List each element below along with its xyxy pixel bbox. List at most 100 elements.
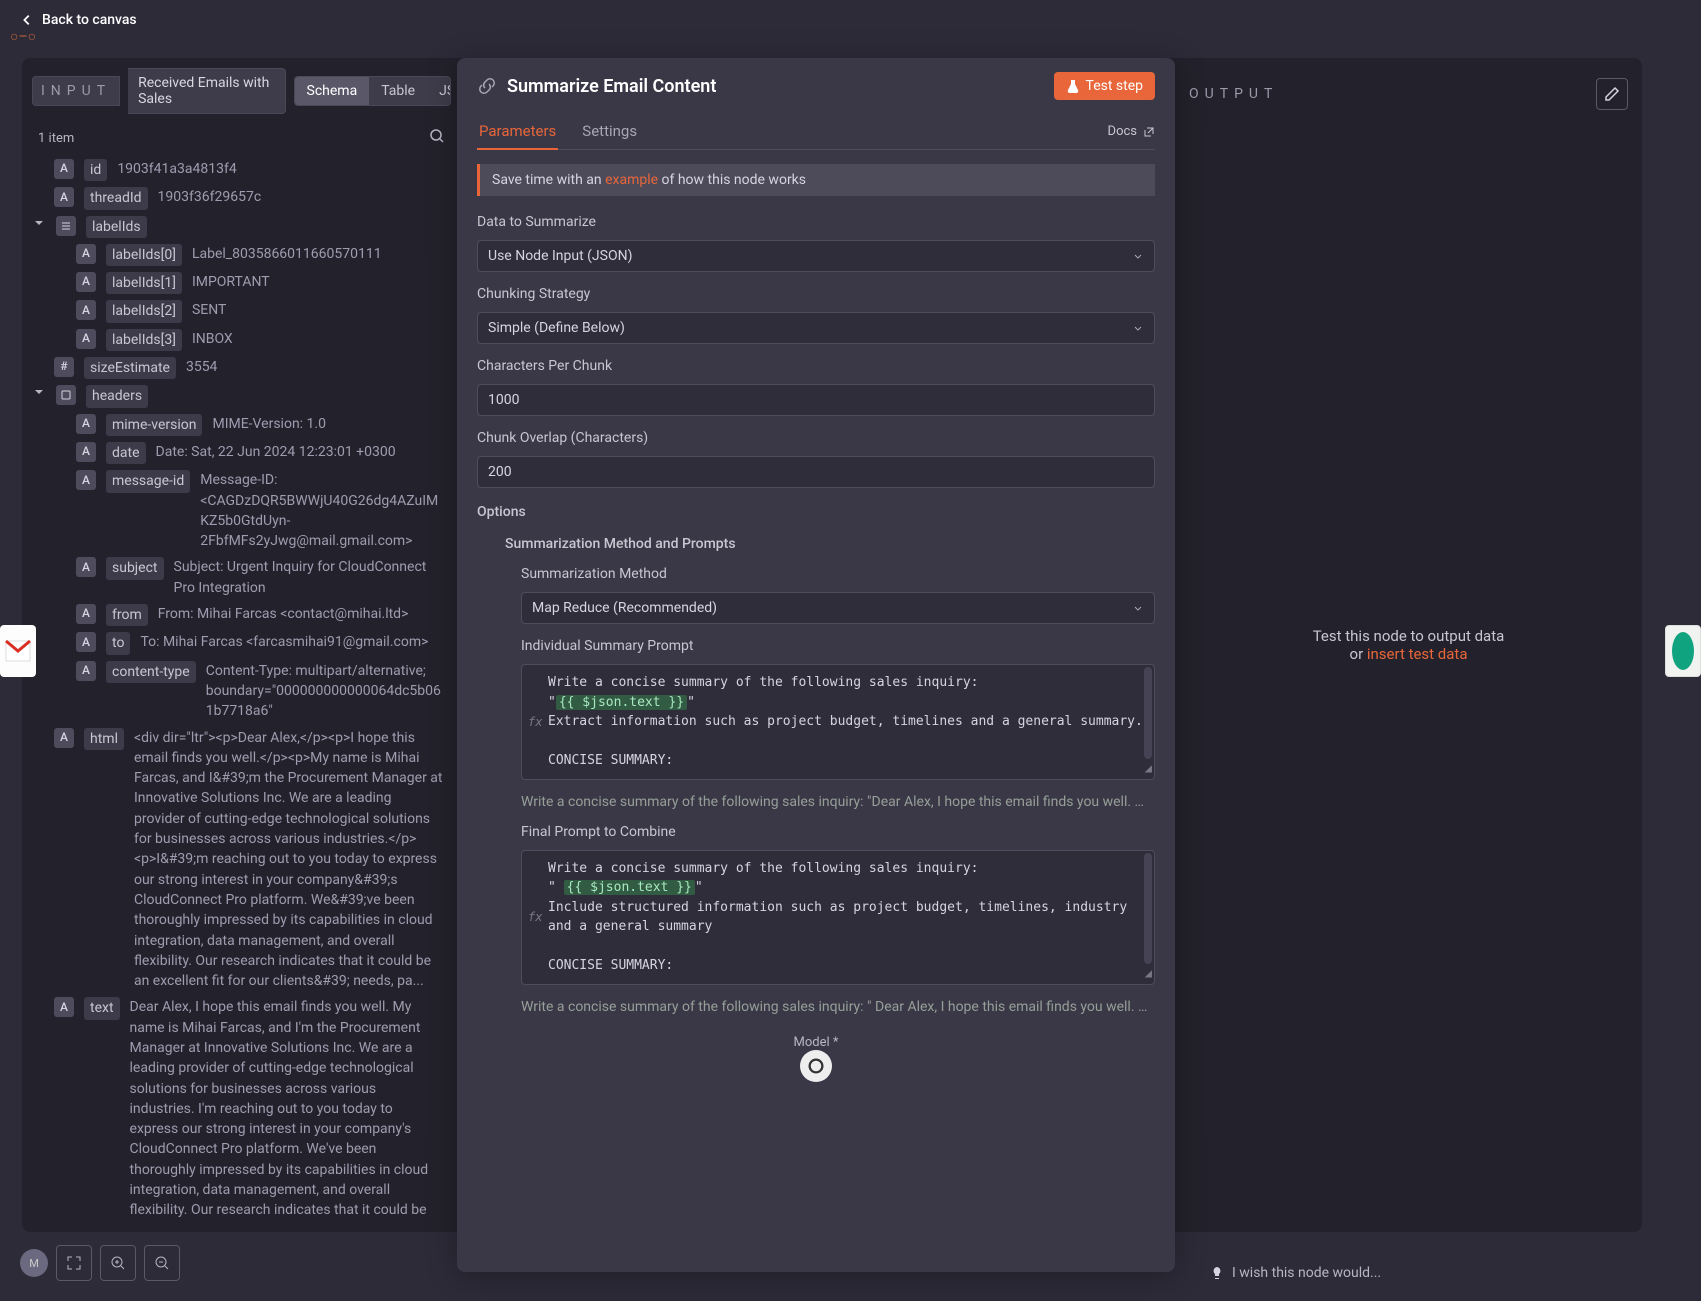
input-chars-per-chunk[interactable]: 1000	[477, 384, 1155, 416]
key: from	[106, 604, 148, 626]
main-panel: INPUT Received Emails with Sales Schema …	[22, 58, 1642, 1232]
input-value: 200	[488, 464, 512, 480]
link-icon	[477, 76, 497, 96]
flask-icon	[1066, 79, 1080, 93]
tip-example-link[interactable]: example	[605, 172, 658, 188]
label-final-prompt: Final Prompt to Combine	[521, 824, 1155, 840]
edit-output-button[interactable]	[1596, 78, 1628, 110]
search-icon[interactable]	[429, 128, 445, 148]
key: content-type	[106, 661, 196, 683]
type-badge-string: A	[54, 728, 74, 748]
fullscreen-button[interactable]	[56, 1245, 92, 1281]
pencil-icon	[1604, 86, 1620, 102]
resolved-individual-prompt: Write a concise summary of the following…	[521, 794, 1155, 810]
tree-row[interactable]: A labelIds[1] IMPORTANT	[32, 269, 443, 297]
tab-table[interactable]: Table	[369, 77, 427, 105]
tree-row[interactable]: A html <div dir="ltr"><p>Dear Alex,</p><…	[32, 725, 443, 995]
tree-row[interactable]: # sizeEstimate 3554	[32, 354, 443, 382]
input-column: INPUT Received Emails with Sales Schema …	[22, 58, 457, 1232]
docs-label: Docs	[1108, 124, 1137, 139]
footer-wish[interactable]: I wish this node would...	[1210, 1265, 1381, 1281]
select-summ-method[interactable]: Map Reduce (Recommended)	[521, 592, 1155, 624]
left-edge-node[interactable]	[0, 625, 36, 677]
val: INBOX	[192, 329, 233, 349]
key: labelIds[2]	[106, 300, 182, 322]
input-label: INPUT	[32, 76, 120, 106]
type-badge-string: A	[76, 604, 96, 624]
type-badge-string: A	[76, 244, 96, 264]
schema-tree[interactable]: A id 1903f41a3a4813f4 A threadId 1903f36…	[32, 156, 451, 1222]
textarea-final-prompt[interactable]: fxWrite a concise summary of the followi…	[521, 850, 1155, 985]
chevron-down-icon[interactable]	[32, 385, 46, 399]
input-header: INPUT Received Emails with Sales Schema …	[32, 68, 451, 114]
right-edge-node[interactable]	[1665, 625, 1701, 677]
tree-row[interactable]: A subject Subject: Urgent Inquiry for Cl…	[32, 554, 443, 601]
model-label: Model *	[477, 1035, 1155, 1050]
fullscreen-icon	[66, 1255, 82, 1271]
tree-row-expandable[interactable]: headers	[32, 382, 443, 410]
tab-parameters[interactable]: Parameters	[477, 114, 558, 150]
select-data-to-summarize[interactable]: Use Node Input (JSON)	[477, 240, 1155, 272]
scrollbar[interactable]	[1144, 667, 1152, 759]
tree-row[interactable]: A message-id Message-ID: <CAGDzDQR5BWWjU…	[32, 467, 443, 554]
tree-row[interactable]: A labelIds[0] Label_8035866011660570111	[32, 241, 443, 269]
tree-row[interactable]: A from From: Mihai Farcas <contact@mihai…	[32, 601, 443, 629]
key: mime-version	[106, 414, 202, 436]
tab-json[interactable]: JSON	[427, 77, 451, 105]
select-chunking-strategy[interactable]: Simple (Define Below)	[477, 312, 1155, 344]
zoom-out-button[interactable]	[144, 1245, 180, 1281]
key: subject	[106, 557, 164, 579]
key: date	[106, 442, 146, 464]
tree-row[interactable]: A text Dear Alex, I hope this email find…	[32, 994, 443, 1222]
val: Dear Alex, I hope this email finds you w…	[130, 997, 443, 1222]
output-msg-or: or	[1350, 645, 1367, 663]
zoom-in-button[interactable]	[100, 1245, 136, 1281]
chevron-down-icon[interactable]	[32, 216, 46, 230]
tree-row[interactable]: A labelIds[2] SENT	[32, 297, 443, 325]
user-avatar[interactable]: M	[20, 1249, 48, 1277]
parameters-form: Data to Summarize Use Node Input (JSON) …	[477, 210, 1155, 1102]
key: html	[84, 728, 124, 750]
textarea-individual-prompt[interactable]: fxWrite a concise summary of the followi…	[521, 664, 1155, 780]
fx-icon: fx	[528, 908, 542, 926]
resize-handle-icon[interactable]: ◢	[1145, 759, 1152, 777]
resize-handle-icon[interactable]: ◢	[1145, 964, 1152, 982]
val: Date: Sat, 22 Jun 2024 12:23:01 +0300	[156, 442, 396, 462]
output-empty-message: Test this node to output data or insert …	[1313, 627, 1505, 663]
insert-test-data-link[interactable]: insert test data	[1367, 645, 1468, 663]
test-step-button[interactable]: Test step	[1054, 72, 1155, 100]
type-badge-string: A	[76, 300, 96, 320]
tree-row[interactable]: A to To: Mihai Farcas <farcasmihai91@gma…	[32, 629, 443, 657]
type-badge-string: A	[76, 329, 96, 349]
object-icon	[56, 385, 76, 405]
key: headers	[86, 385, 148, 407]
tab-schema[interactable]: Schema	[295, 77, 370, 105]
scrollbar[interactable]	[1144, 853, 1152, 964]
logo-decoration: ○–○	[10, 28, 36, 45]
output-label: OUTPUT	[1189, 86, 1278, 102]
input-source-selector[interactable]: Received Emails with Sales	[128, 68, 285, 114]
docs-link[interactable]: Docs	[1108, 114, 1155, 149]
tree-row[interactable]: A date Date: Sat, 22 Jun 2024 12:23:01 +…	[32, 439, 443, 467]
model-connector[interactable]	[800, 1050, 832, 1082]
node-title: Summarize Email Content	[507, 76, 716, 97]
footer-left: M	[20, 1245, 180, 1281]
tree-row-expandable[interactable]: labelIds	[32, 213, 443, 241]
type-badge-string: A	[54, 159, 74, 179]
tree-row[interactable]: A content-type Content-Type: multipart/a…	[32, 658, 443, 725]
tab-settings[interactable]: Settings	[580, 114, 639, 149]
resolved-final-prompt: Write a concise summary of the following…	[521, 999, 1155, 1015]
type-badge-string: A	[76, 470, 96, 490]
tree-row[interactable]: A labelIds[3] INBOX	[32, 326, 443, 354]
type-badge-string: A	[76, 272, 96, 292]
label-chars-per-chunk: Characters Per Chunk	[477, 358, 1155, 374]
node-tabs: Parameters Settings Docs	[477, 114, 1155, 150]
input-chunk-overlap[interactable]: 200	[477, 456, 1155, 488]
openai-icon	[800, 1050, 832, 1082]
tree-row[interactable]: A threadId 1903f36f29657c	[32, 184, 443, 212]
tree-row[interactable]: A id 1903f41a3a4813f4	[32, 156, 443, 184]
tree-row[interactable]: A mime-version MIME-Version: 1.0	[32, 411, 443, 439]
type-badge-string: A	[76, 442, 96, 462]
back-to-canvas-button[interactable]: Back to canvas	[20, 12, 137, 28]
type-badge-number: #	[54, 357, 74, 377]
